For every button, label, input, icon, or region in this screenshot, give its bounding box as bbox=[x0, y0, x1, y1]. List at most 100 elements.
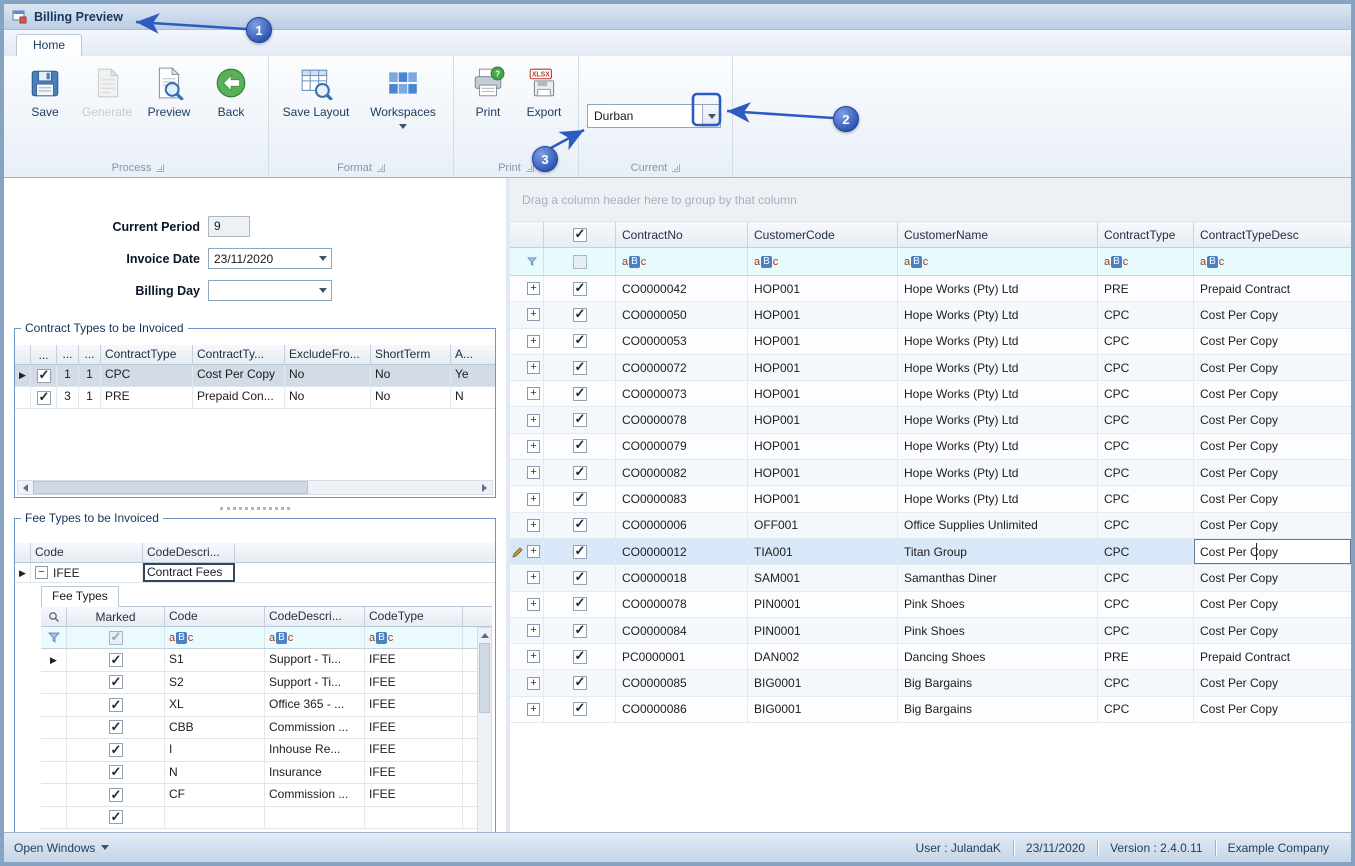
table-row[interactable]: CO0000082 HOP001 Hope Works (Pty) Ltd CP… bbox=[510, 460, 1351, 486]
col-header[interactable]: ... bbox=[31, 345, 57, 364]
expand-row-button[interactable] bbox=[527, 387, 540, 400]
tab-home[interactable]: Home bbox=[16, 34, 82, 56]
col-header-shortterm[interactable]: ShortTerm bbox=[371, 345, 451, 364]
expand-row-button[interactable] bbox=[527, 282, 540, 295]
abc-filter-icon[interactable]: aBc bbox=[169, 632, 193, 644]
table-row[interactable]: CO0000053 HOP001 Hope Works (Pty) Ltd CP… bbox=[510, 329, 1351, 355]
contract-type-row[interactable]: 1 1 CPC Cost Per Copy No No Ye bbox=[15, 365, 495, 387]
save-button[interactable]: Save bbox=[16, 62, 74, 119]
scroll-right-button[interactable] bbox=[477, 481, 492, 494]
export-button[interactable]: XLSX Export bbox=[518, 62, 570, 119]
col-header-code[interactable]: Code bbox=[165, 607, 265, 626]
scrollbar-track[interactable] bbox=[308, 481, 477, 494]
row-checkbox[interactable] bbox=[573, 334, 587, 348]
scrollbar-thumb[interactable] bbox=[33, 481, 308, 494]
row-checkbox[interactable] bbox=[573, 597, 587, 611]
marked-checkbox[interactable] bbox=[109, 698, 123, 712]
row-checkbox[interactable] bbox=[573, 361, 587, 375]
row-checkbox[interactable] bbox=[573, 413, 587, 427]
clipped-row[interactable] bbox=[41, 807, 492, 830]
save-layout-button[interactable]: Save Layout bbox=[277, 62, 355, 119]
dialog-launcher-icon[interactable] bbox=[672, 164, 680, 172]
table-row[interactable]: CO0000083 HOP001 Hope Works (Pty) Ltd CP… bbox=[510, 486, 1351, 512]
horizontal-scrollbar[interactable] bbox=[17, 480, 493, 495]
row-checkbox[interactable] bbox=[573, 308, 587, 322]
abc-filter-icon[interactable]: aBc bbox=[1104, 256, 1128, 268]
open-windows-button[interactable]: Open Windows bbox=[14, 841, 109, 855]
fee-type-row[interactable]: S1 Support - Ti... IFEE bbox=[41, 649, 492, 672]
col-header-codedesc[interactable]: CodeDescri... bbox=[143, 543, 235, 562]
collapse-row-button[interactable] bbox=[35, 566, 48, 579]
table-row[interactable]: CO0000018 SAM001 Samanthas Diner CPC Cos… bbox=[510, 565, 1351, 591]
marked-checkbox[interactable] bbox=[109, 765, 123, 779]
back-button[interactable]: Back bbox=[202, 62, 260, 119]
abc-filter-icon[interactable]: aBc bbox=[1200, 256, 1224, 268]
scrollbar-thumb[interactable] bbox=[479, 643, 490, 713]
col-header-contracttype[interactable]: ContractType bbox=[101, 345, 193, 364]
col-header-contracttypedesc[interactable]: ContractTy... bbox=[193, 345, 285, 364]
billing-day-combo[interactable] bbox=[208, 280, 332, 301]
table-row[interactable]: CO0000078 PIN0001 Pink Shoes CPC Cost Pe… bbox=[510, 592, 1351, 618]
marked-checkbox[interactable] bbox=[109, 810, 123, 824]
expand-row-button[interactable] bbox=[527, 598, 540, 611]
row-checkbox[interactable] bbox=[573, 545, 587, 559]
preview-button[interactable]: Preview bbox=[140, 62, 198, 119]
table-row[interactable]: CO0000085 BIG0001 Big Bargains CPC Cost … bbox=[510, 670, 1351, 696]
print-button[interactable]: ? Print bbox=[462, 62, 514, 119]
expand-row-button[interactable] bbox=[527, 677, 540, 690]
table-row[interactable]: CO0000050 HOP001 Hope Works (Pty) Ltd CP… bbox=[510, 302, 1351, 328]
col-header-contracttypedesc[interactable]: ContractTypeDesc bbox=[1194, 222, 1351, 247]
marked-checkbox[interactable] bbox=[109, 653, 123, 667]
expand-row-button[interactable] bbox=[527, 545, 540, 558]
scroll-left-button[interactable] bbox=[18, 481, 33, 494]
expand-row-button[interactable] bbox=[527, 571, 540, 584]
dialog-launcher-icon[interactable] bbox=[156, 164, 164, 172]
row-checkbox[interactable] bbox=[37, 369, 51, 383]
expand-row-button[interactable] bbox=[527, 650, 540, 663]
fee-master-row[interactable]: IFEE Contract Fees bbox=[15, 563, 495, 583]
col-header-marked[interactable]: Marked bbox=[67, 607, 165, 626]
table-row[interactable]: CO0000084 PIN0001 Pink Shoes CPC Cost Pe… bbox=[510, 618, 1351, 644]
table-row[interactable]: CO0000078 HOP001 Hope Works (Pty) Ltd CP… bbox=[510, 407, 1351, 433]
fee-type-row[interactable]: CF Commission ... IFEE bbox=[41, 784, 492, 807]
table-row[interactable]: CO0000073 HOP001 Hope Works (Pty) Ltd CP… bbox=[510, 381, 1351, 407]
invoice-date-dropdown-button[interactable] bbox=[314, 249, 331, 268]
col-header[interactable]: ... bbox=[57, 345, 79, 364]
abc-filter-icon[interactable]: aBc bbox=[269, 632, 293, 644]
col-header-codetype[interactable]: CodeType bbox=[365, 607, 463, 626]
row-checkbox[interactable] bbox=[573, 624, 587, 638]
col-header-contractno[interactable]: ContractNo bbox=[616, 222, 748, 247]
combo-dropdown-button[interactable] bbox=[702, 105, 720, 127]
fee-type-row[interactable]: N Insurance IFEE bbox=[41, 762, 492, 785]
abc-filter-icon[interactable]: aBc bbox=[904, 256, 928, 268]
row-checkbox[interactable] bbox=[573, 282, 587, 296]
row-checkbox[interactable] bbox=[573, 518, 587, 532]
generate-button[interactable]: Generate bbox=[78, 62, 136, 119]
workspaces-button[interactable]: Workspaces bbox=[361, 62, 445, 129]
table-row[interactable]: CO0000042 HOP001 Hope Works (Pty) Ltd PR… bbox=[510, 276, 1351, 302]
dialog-launcher-icon[interactable] bbox=[377, 164, 385, 172]
vertical-scrollbar[interactable] bbox=[477, 627, 492, 832]
table-row[interactable]: PC0000001 DAN002 Dancing Shoes PRE Prepa… bbox=[510, 644, 1351, 670]
abc-filter-icon[interactable]: aBc bbox=[622, 256, 646, 268]
table-row[interactable]: CO0000072 HOP001 Hope Works (Pty) Ltd CP… bbox=[510, 355, 1351, 381]
expand-row-button[interactable] bbox=[527, 493, 540, 506]
abc-filter-icon[interactable]: aBc bbox=[369, 632, 393, 644]
row-checkbox[interactable] bbox=[573, 676, 587, 690]
row-checkbox[interactable] bbox=[573, 387, 587, 401]
current-period-input[interactable]: 9 bbox=[208, 216, 250, 237]
marked-checkbox[interactable] bbox=[109, 743, 123, 757]
select-all-checkbox[interactable] bbox=[573, 228, 587, 242]
billing-day-dropdown-button[interactable] bbox=[314, 281, 331, 300]
expand-row-button[interactable] bbox=[527, 440, 540, 453]
marked-checkbox[interactable] bbox=[109, 788, 123, 802]
col-header-code[interactable]: Code bbox=[31, 543, 143, 562]
current-company-combo[interactable]: Durban bbox=[587, 104, 721, 128]
row-checkbox[interactable] bbox=[37, 391, 51, 405]
expand-row-button[interactable] bbox=[527, 361, 540, 374]
row-checkbox[interactable] bbox=[573, 466, 587, 480]
row-checkbox[interactable] bbox=[573, 650, 587, 664]
row-checkbox[interactable] bbox=[573, 702, 587, 716]
expand-row-button[interactable] bbox=[527, 414, 540, 427]
checkbox-filter-button[interactable] bbox=[573, 255, 587, 269]
